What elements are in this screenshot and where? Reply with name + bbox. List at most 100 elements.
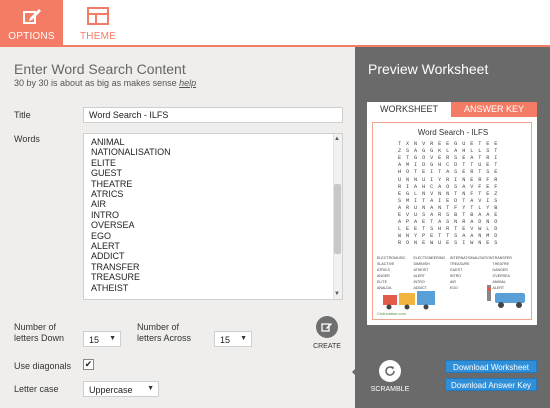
- word-item: ALERT: [91, 241, 120, 252]
- worksheet-word: GUEST: [449, 268, 463, 272]
- edit-icon: [22, 6, 42, 26]
- grid-row: A M I D G H C D T T U E T: [398, 162, 499, 169]
- word-item: GUEST: [91, 168, 123, 179]
- scroll-down-icon[interactable]: ▼: [334, 291, 340, 297]
- worksheet-word: ELITE: [377, 280, 387, 284]
- worksheet-word: DANGER: [492, 268, 508, 272]
- across-label-line1: Number of: [137, 322, 180, 332]
- worksheet-word: OVERSEA: [492, 274, 510, 278]
- worksheet-footer: Ceducation.com: [377, 311, 406, 316]
- preview-title: Preview Worksheet: [368, 61, 489, 77]
- lettercase-value: Uppercase: [89, 385, 133, 395]
- grid-row: U N N U I Y R I N E R F R: [398, 176, 499, 183]
- scramble-button[interactable]: SCRAMBLE: [367, 360, 413, 393]
- title-label: Title: [14, 110, 31, 120]
- worksheet-word: ATRICS: [377, 268, 390, 272]
- grid-row: H O T E I T A S E R T S E: [398, 169, 499, 176]
- grid-row: S M I T A I E D T A V I S: [398, 197, 499, 204]
- worksheet-word: TRANSFER: [492, 256, 512, 260]
- worksheet-word: ANGER: [377, 274, 390, 278]
- grid-row: W N Y P E T T S A A N M D: [398, 233, 499, 240]
- lettercase-label: Letter case: [14, 384, 59, 394]
- letters-across-value: 15: [220, 335, 231, 345]
- scramble-label: SCRAMBLE: [370, 386, 410, 393]
- letters-down-select[interactable]: 15 ▼: [83, 331, 121, 347]
- across-label: Number of letters Across: [137, 322, 191, 344]
- word-item: INTRO: [91, 209, 119, 220]
- tab-theme-label: THEME: [80, 31, 116, 42]
- words-scrollbar[interactable]: ▲ ▼: [333, 134, 342, 299]
- word-item: ATRICS: [91, 189, 124, 200]
- create-button[interactable]: CREATE: [312, 316, 342, 350]
- top-bar: OPTIONS THEME: [0, 0, 550, 45]
- worksheet-word: SLACTIVE: [377, 262, 395, 266]
- scroll-up-icon[interactable]: ▲: [334, 136, 340, 142]
- letters-down-value: 15: [89, 335, 100, 345]
- chevron-down-icon: ▼: [109, 335, 116, 342]
- lettercase-select[interactable]: Uppercase ▼: [83, 381, 159, 397]
- tab-theme[interactable]: THEME: [63, 0, 133, 45]
- worksheet-word: DIMINISH: [413, 262, 430, 266]
- scroll-thumb[interactable]: [334, 184, 341, 254]
- layout-icon: [87, 6, 109, 26]
- car-illustration-icon: [487, 285, 525, 308]
- grid-row: Z S A G G K L A H L L S T: [398, 148, 499, 155]
- tab-options[interactable]: OPTIONS: [0, 0, 63, 45]
- tab-worksheet[interactable]: WORKSHEET: [367, 102, 451, 117]
- word-item: THEATRE: [91, 178, 133, 189]
- help-link[interactable]: help: [179, 78, 196, 88]
- refresh-icon: [379, 360, 401, 382]
- words-textarea[interactable]: ANIMAL NATIONALISATION ELITE GUEST THEATRE AT…: [83, 133, 343, 300]
- words-list: ANIMAL NATIONALISATION ELITE GUEST THEATRE AT…: [91, 137, 171, 293]
- download-answer-key-button[interactable]: Download Answer Key: [445, 378, 537, 391]
- grid-row: R O N E W U E S I W N E S: [398, 240, 499, 247]
- grid-row: E V U S A R S B T B A A E: [398, 212, 499, 218]
- worksheet-word: INTRO: [413, 280, 425, 284]
- grid-row: L E E T S H R T E V W L D: [398, 226, 499, 233]
- word-item: TRANSFER: [91, 261, 140, 272]
- worksheet-word: ELECTIONEERING: [413, 256, 446, 260]
- worksheet-word: TREASURE: [449, 262, 470, 266]
- grid-row: R I A H C A O S A V F E F: [398, 183, 499, 190]
- chevron-down-icon: ▼: [147, 385, 154, 392]
- grid-row: A R U N A N T F Y T L Y B: [398, 204, 499, 211]
- words-label: Words: [14, 134, 40, 144]
- worksheet-title: Word Search - ILFS: [417, 128, 489, 137]
- worksheet-word: INTRO: [449, 274, 462, 278]
- word-item: AIR: [91, 199, 107, 210]
- down-label: Number of letters Down: [14, 322, 64, 344]
- down-label-line2: letters Down: [14, 333, 65, 343]
- word-item: OVERSEA: [91, 220, 135, 231]
- word-item: ANIMAL: [91, 137, 125, 147]
- worksheet-word: THEATRE: [492, 262, 510, 266]
- grid-row: E G L N V N N T N F T E Z: [398, 190, 499, 197]
- create-label: CREATE: [313, 343, 341, 350]
- worksheet-word: ATHEIST: [413, 268, 429, 272]
- worksheet-word: ALERT: [413, 274, 425, 278]
- grid-row: A P A E T A S N R A D N O: [398, 219, 499, 226]
- word-item: ADDICT: [91, 251, 125, 262]
- worksheet-preview: Word Search - ILFS T X N V R E E G U E T…: [367, 117, 537, 325]
- word-item: EGO: [91, 230, 112, 241]
- diagonals-label: Use diagonals: [14, 361, 72, 371]
- create-icon: [316, 316, 338, 338]
- form-subheading-text: 30 by 30 is about as big as makes sense: [14, 78, 177, 88]
- title-input[interactable]: [83, 107, 343, 123]
- worksheet-border: Word Search - ILFS T X N V R E E G U E T…: [372, 122, 532, 320]
- form-subheading: 30 by 30 is about as big as makes sense …: [14, 78, 196, 88]
- word-item: ATHEIST: [91, 282, 129, 293]
- word-item: ELITE: [91, 157, 117, 168]
- word-item: TREASURE: [91, 272, 141, 283]
- tab-answer-key[interactable]: ANSWER KEY: [451, 102, 537, 117]
- letters-across-select[interactable]: 15 ▼: [214, 331, 252, 347]
- diagonals-checkbox[interactable]: ✔: [83, 359, 94, 370]
- options-panel: Enter Word Search Content 30 by 30 is ab…: [0, 47, 355, 408]
- grid-row: E T G O V E R S E A T R I: [398, 155, 499, 162]
- panel-pointer: [352, 366, 358, 378]
- train-illustration-icon: [383, 291, 435, 310]
- worksheet-word: ELECTROMUSIC: [377, 256, 406, 260]
- download-worksheet-button[interactable]: Download Worksheet: [445, 360, 537, 373]
- down-label-line1: Number of: [14, 322, 57, 332]
- worksheet-word: INTERNATIONALISATION: [449, 256, 493, 260]
- chevron-down-icon: ▼: [240, 335, 247, 342]
